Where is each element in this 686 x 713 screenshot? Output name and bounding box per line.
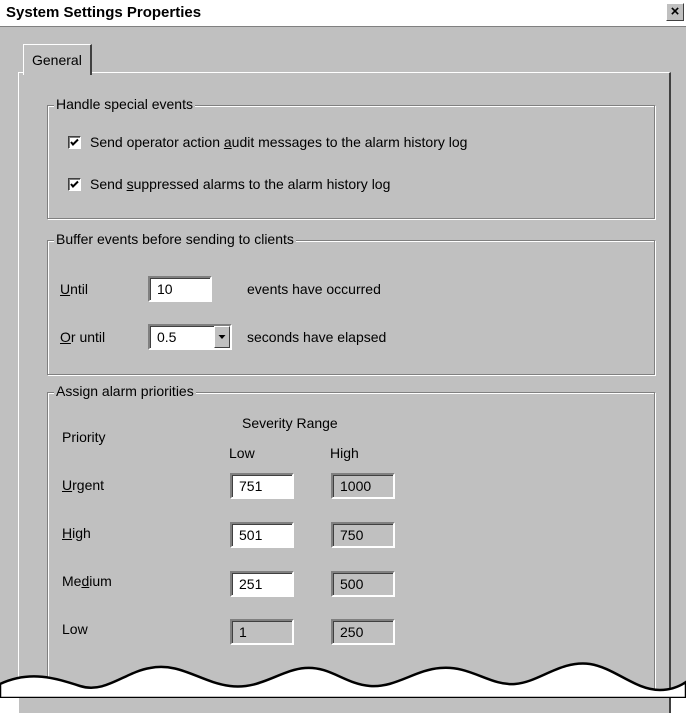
medium-low-input[interactable]: 251 xyxy=(230,571,294,597)
suppressed-alarms-checkbox[interactable] xyxy=(68,178,81,191)
group-legend: Buffer events before sending to clients xyxy=(54,231,296,247)
urgent-low-input[interactable]: 751 xyxy=(230,473,294,499)
label-part: ium xyxy=(89,573,112,589)
group-buffer-events: Buffer events before sending to clients … xyxy=(47,231,655,375)
checkmark-icon xyxy=(70,138,79,146)
label-mnemonic: H xyxy=(62,525,73,541)
low-column-header: Low xyxy=(229,445,255,461)
seconds-value: 0.5 xyxy=(157,329,177,345)
or-until-label: Or until xyxy=(60,329,105,345)
audit-messages-checkbox[interactable] xyxy=(68,136,81,149)
label-mnemonic: U xyxy=(62,477,73,493)
medium-high-value: 500 xyxy=(331,571,395,597)
tab-panel-general: Handle special events Send operator acti… xyxy=(18,72,671,713)
urgent-high-value: 1000 xyxy=(331,473,395,499)
priority-label-high: High xyxy=(62,525,91,541)
group-special-events: Handle special events Send operator acti… xyxy=(47,96,655,219)
close-button[interactable]: × xyxy=(666,3,684,21)
audit-messages-label[interactable]: Send operator action audit messages to t… xyxy=(90,134,467,150)
tab-general[interactable]: General xyxy=(23,44,92,75)
label-part: ntil xyxy=(70,281,89,297)
title-bar: System Settings Properties × xyxy=(0,0,686,27)
until-label: Until xyxy=(60,281,88,297)
properties-dialog: System Settings Properties × General Han… xyxy=(0,0,686,713)
high-column-header: High xyxy=(330,445,359,461)
high-high-value: 750 xyxy=(331,522,395,548)
priority-label-urgent: Urgent xyxy=(62,477,104,493)
checkmark-icon xyxy=(70,180,79,188)
label-mnemonic: O xyxy=(60,329,71,345)
or-until-suffix: seconds have elapsed xyxy=(247,329,387,345)
label-part: udit messages to the alarm history log xyxy=(231,134,468,150)
group-legend: Handle special events xyxy=(54,96,195,112)
window-title: System Settings Properties xyxy=(6,4,202,21)
until-suffix: events have occurred xyxy=(247,281,381,297)
label-mnemonic: U xyxy=(60,281,71,297)
severity-range-header: Severity Range xyxy=(242,415,338,431)
label-mnemonic: a xyxy=(223,134,232,150)
label-part: uppressed alarms to the alarm history lo… xyxy=(133,176,391,192)
label-part: rgent xyxy=(72,477,105,493)
label-part: Me xyxy=(62,573,82,589)
suppressed-alarms-label[interactable]: Send suppressed alarms to the alarm hist… xyxy=(90,176,390,192)
torn-edge-decoration xyxy=(0,662,686,698)
chevron-down-icon xyxy=(218,335,226,339)
group-legend: Assign alarm priorities xyxy=(54,383,196,399)
dropdown-button[interactable] xyxy=(214,326,230,348)
until-events-input[interactable]: 10 xyxy=(148,276,212,302)
priority-label-medium: Medium xyxy=(62,573,112,589)
close-icon: × xyxy=(670,3,680,20)
label-mnemonic: s xyxy=(126,176,134,192)
seconds-combobox[interactable]: 0.5 xyxy=(148,324,232,350)
high-low-input[interactable]: 501 xyxy=(230,522,294,548)
label-part: Send xyxy=(90,176,127,192)
label-part: r until xyxy=(70,329,106,345)
priority-column-header: Priority xyxy=(62,429,106,445)
label-part: Send operator action xyxy=(90,134,224,150)
label-part: igh xyxy=(72,525,91,541)
